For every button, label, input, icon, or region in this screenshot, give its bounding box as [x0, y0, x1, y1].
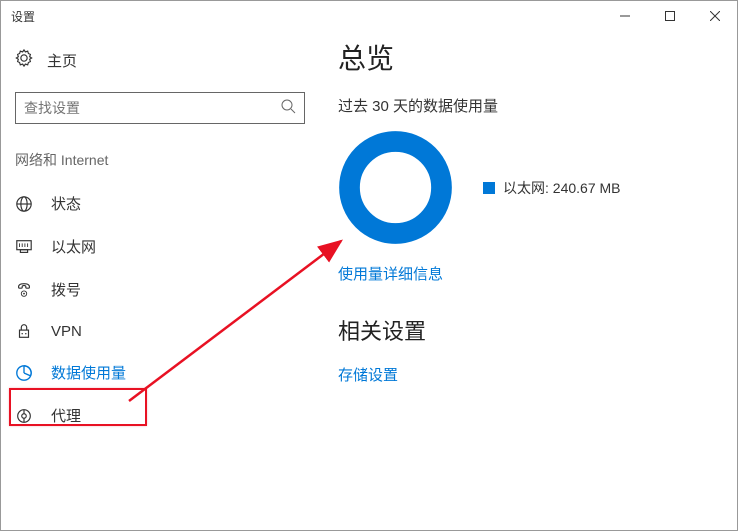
gear-icon: [15, 49, 33, 72]
nav-label: 代理: [51, 405, 81, 426]
section-title: 网络和 Internet: [1, 124, 313, 182]
usage-details-link[interactable]: 使用量详细信息: [338, 263, 443, 284]
usage-donut-chart: [338, 130, 453, 245]
dialup-icon: [15, 281, 33, 299]
chart-legend: 以太网: 240.67 MB: [483, 178, 621, 198]
sidebar: 主页 网络和 Internet 状态: [1, 31, 313, 530]
ethernet-icon: [15, 238, 33, 256]
close-icon: [710, 11, 720, 21]
titlebar: 设置: [1, 1, 737, 31]
related-settings-title: 相关设置: [338, 314, 737, 346]
nav-label: VPN: [51, 323, 82, 340]
vpn-icon: [15, 322, 33, 340]
nav-item-proxy[interactable]: 代理: [1, 394, 313, 437]
nav-label: 以太网: [51, 236, 96, 257]
usage-chart-row: 以太网: 240.67 MB: [338, 130, 737, 245]
close-button[interactable]: [692, 1, 737, 31]
nav-item-vpn[interactable]: VPN: [1, 311, 313, 351]
minimize-icon: [620, 11, 630, 21]
nav-item-dialup[interactable]: 拨号: [1, 268, 313, 311]
search-input[interactable]: [24, 100, 280, 116]
legend-color-square: [483, 182, 495, 194]
legend-label: 以太网: 240.67 MB: [503, 178, 621, 198]
main-panel: 总览 过去 30 天的数据使用量 以太网: 240.67 MB 使用量详细信息 …: [313, 31, 737, 530]
overview-subtitle: 过去 30 天的数据使用量: [338, 95, 737, 116]
nav-item-data-usage[interactable]: 数据使用量: [1, 351, 313, 394]
window-title: 设置: [11, 8, 35, 25]
nav-label: 状态: [51, 193, 81, 214]
nav-item-ethernet[interactable]: 以太网: [1, 225, 313, 268]
home-label: 主页: [47, 50, 77, 71]
content-area: 主页 网络和 Internet 状态: [1, 31, 737, 530]
maximize-button[interactable]: [647, 1, 692, 31]
window-controls: [602, 1, 737, 31]
search-box[interactable]: [15, 92, 305, 124]
storage-settings-link[interactable]: 存储设置: [338, 364, 398, 385]
proxy-icon: [15, 407, 33, 425]
home-button[interactable]: 主页: [1, 41, 313, 86]
data-usage-icon: [15, 364, 33, 382]
settings-window: 设置 主页: [0, 0, 738, 531]
status-icon: [15, 195, 33, 213]
search-icon: [280, 98, 296, 119]
minimize-button[interactable]: [602, 1, 647, 31]
overview-title: 总览: [338, 37, 737, 77]
nav-label: 数据使用量: [51, 362, 126, 383]
nav-item-status[interactable]: 状态: [1, 182, 313, 225]
nav-label: 拨号: [51, 279, 81, 300]
maximize-icon: [665, 11, 675, 21]
